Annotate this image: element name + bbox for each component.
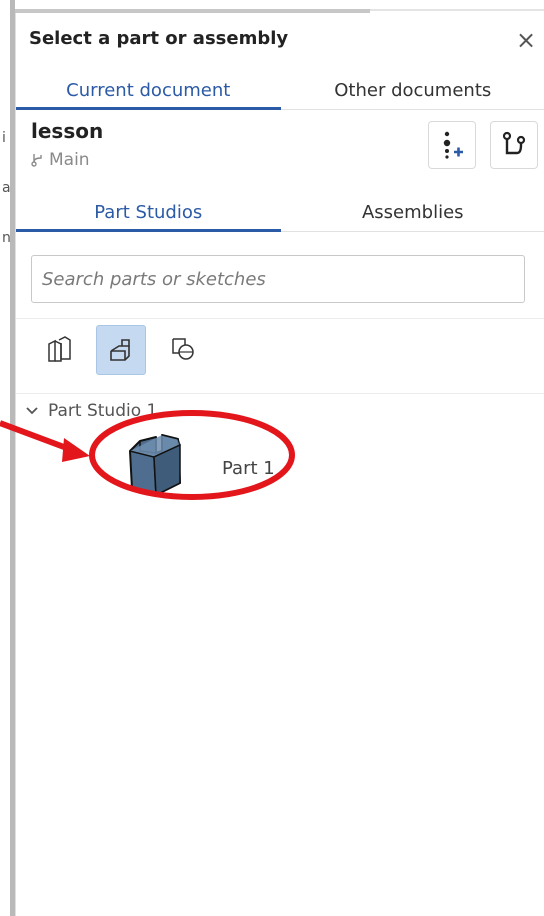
divider <box>16 318 544 319</box>
surface-filter-icon <box>172 338 194 360</box>
branch-icon <box>31 154 42 167</box>
part-label: Part 1 <box>222 458 275 479</box>
group-label: Part Studio 1 <box>48 401 158 421</box>
background-text: a <box>2 180 11 196</box>
dialog-title: Select a part or assembly <box>29 28 289 49</box>
tab-assemblies[interactable]: Assemblies <box>281 193 544 231</box>
version-graph-button[interactable] <box>490 121 538 169</box>
add-version-icon <box>443 131 463 159</box>
background-window-strip: i a n <box>0 0 15 916</box>
select-part-dialog: Select a part or assembly × Current docu… <box>15 13 544 916</box>
background-toolbar-edge <box>370 9 544 11</box>
document-tabs: Current document Other documents <box>16 71 544 110</box>
background-text: n <box>2 230 11 246</box>
tab-current-document[interactable]: Current document <box>16 71 281 110</box>
part-studio-group[interactable]: Part Studio 1 <box>26 401 157 421</box>
sketch-filter-icon <box>110 339 130 361</box>
part-list-item[interactable]: Part 1 <box>126 433 326 503</box>
document-name: lesson <box>31 119 104 143</box>
parts-filter-icon <box>48 336 71 362</box>
branch-name: Main <box>49 150 90 170</box>
part-thumbnail-icon <box>129 434 181 497</box>
add-version-button[interactable] <box>428 121 476 169</box>
sketch-filter-button[interactable] <box>96 325 146 375</box>
branch-label: Main <box>31 150 90 170</box>
tab-part-studios[interactable]: Part Studios <box>16 193 281 232</box>
close-icon: × <box>515 26 537 54</box>
close-button[interactable]: × <box>513 27 539 53</box>
parts-filter-button[interactable] <box>40 330 78 368</box>
version-graph-icon <box>502 131 526 155</box>
surface-filter-button[interactable] <box>164 330 202 368</box>
background-text: i <box>2 130 6 146</box>
tab-other-documents[interactable]: Other documents <box>281 71 544 109</box>
divider <box>16 393 544 394</box>
element-type-tabs: Part Studios Assemblies <box>16 193 544 232</box>
screenshot-page: i a n Select a part or assembly × Curren… <box>0 0 544 916</box>
search-input[interactable] <box>31 255 525 303</box>
chevron-down-icon <box>26 407 38 415</box>
